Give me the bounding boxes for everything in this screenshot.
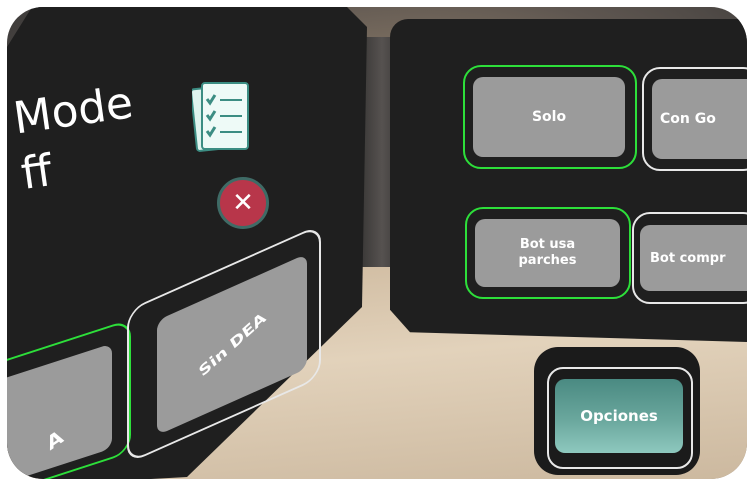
opciones-button[interactable]: Opciones	[555, 379, 683, 453]
con-go-label: Con Go	[660, 111, 716, 127]
sin-dea-label: Sin DEA	[195, 308, 269, 381]
title-line-2: ff	[18, 145, 56, 200]
mode-button-a-label: A	[43, 424, 66, 455]
mode-title: Mode ff	[10, 75, 144, 203]
bot-parches-button[interactable]: Bot usa parches	[475, 219, 620, 287]
opciones-label: Opciones	[580, 407, 658, 425]
bot-parches-label: Bot usa parches	[518, 237, 577, 268]
clipboard-checklist-icon	[192, 82, 249, 152]
con-go-button[interactable]: Con Go	[652, 79, 747, 159]
bot-compr-label: Bot compr	[650, 250, 726, 266]
solo-label: Solo	[531, 109, 567, 125]
close-icon[interactable]: ✕	[217, 177, 269, 229]
solo-button[interactable]: Solo	[473, 77, 625, 157]
bot-compr-button[interactable]: Bot compr	[640, 225, 747, 291]
vr-viewport: Mode ff ✕ A Sin DEA Solo Con Go Bot usa …	[7, 7, 747, 479]
